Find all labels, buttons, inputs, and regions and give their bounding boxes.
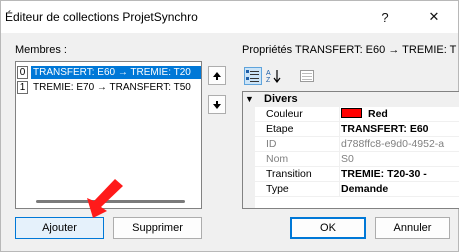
members-label: Membres :: [15, 44, 67, 56]
property-pages-icon: [300, 70, 314, 82]
close-icon: ✕: [428, 9, 440, 24]
red-pointer-arrow-icon: [87, 179, 123, 218]
property-row-transition[interactable]: Transition TREMIE: T20-30 -: [255, 167, 459, 182]
property-row-type[interactable]: Type Demande: [255, 182, 459, 197]
list-item-text: TREMIE: E70 → TRANSFERT: T50: [33, 82, 191, 93]
property-value[interactable]: S0: [341, 152, 459, 166]
property-value-text: Red: [368, 108, 388, 120]
collection-editor-dialog: Éditeur de collections ProjetSynchro ? ✕…: [0, 0, 459, 252]
list-item[interactable]: 1 TREMIE: E70 → TRANSFERT: T50: [16, 80, 201, 95]
property-value[interactable]: d788ffc8-e9d0-4952-a: [341, 137, 459, 151]
title-bar: Éditeur de collections ProjetSynchro ? ✕: [1, 1, 458, 33]
property-grid[interactable]: ▼ Divers Couleur Red Etape TRANSFERT: E6…: [242, 91, 459, 209]
property-row-couleur[interactable]: Couleur Red: [255, 107, 459, 122]
ok-button[interactable]: OK: [290, 217, 366, 239]
list-item-index: 0: [17, 66, 28, 79]
svg-text:A: A: [266, 70, 271, 77]
property-value[interactable]: TREMIE: T20-30 -: [341, 167, 459, 181]
cancel-button[interactable]: Annuler: [375, 217, 450, 239]
property-pages-button[interactable]: [298, 67, 316, 85]
categorized-view-button[interactable]: [244, 67, 262, 85]
property-value[interactable]: Demande: [341, 182, 459, 196]
arrow-down-icon: [213, 100, 221, 109]
property-row-etape[interactable]: Etape TRANSFERT: E60: [255, 122, 459, 137]
close-button[interactable]: ✕: [414, 1, 454, 33]
property-name: ID: [255, 137, 340, 151]
arrow-up-icon: [213, 71, 221, 80]
move-down-button[interactable]: [208, 95, 226, 114]
property-name: Couleur: [255, 107, 340, 121]
property-name: Type: [255, 182, 340, 196]
list-item[interactable]: 0 TRANSFERT: E60 → TREMIE: T20: [16, 65, 201, 80]
property-value[interactable]: TRANSFERT: E60: [341, 122, 459, 136]
grid-gutter: [243, 92, 255, 208]
svg-text:Z: Z: [266, 77, 271, 83]
property-name: Transition: [255, 167, 340, 181]
window-title: Éditeur de collections ProjetSynchro: [5, 10, 198, 24]
list-item-index: 1: [17, 81, 28, 94]
property-row-id[interactable]: ID d788ffc8-e9d0-4952-a: [255, 137, 459, 152]
help-icon: ?: [381, 9, 389, 25]
add-button[interactable]: Ajouter: [15, 217, 104, 239]
categorized-icon: [246, 70, 259, 82]
collapse-icon[interactable]: ▼: [245, 94, 254, 104]
sort-alphabetical-icon: A Z: [266, 70, 281, 83]
move-up-button[interactable]: [208, 66, 226, 85]
category-row[interactable]: ▼ Divers: [243, 92, 459, 107]
property-value[interactable]: Red: [341, 107, 459, 121]
category-label: Divers: [264, 93, 298, 105]
remove-button[interactable]: Supprimer: [113, 217, 202, 239]
property-name: Etape: [255, 122, 340, 136]
property-name: Nom: [255, 152, 340, 166]
color-swatch: [341, 108, 362, 118]
help-button[interactable]: ?: [365, 1, 405, 33]
alphabetical-view-button[interactable]: A Z: [265, 67, 283, 85]
property-row-nom[interactable]: Nom S0: [255, 152, 459, 167]
list-item-text: TRANSFERT: E60 → TREMIE: T20: [31, 66, 201, 79]
properties-label: Propriétés TRANSFERT: E60 → TREMIE: T: [242, 44, 457, 56]
